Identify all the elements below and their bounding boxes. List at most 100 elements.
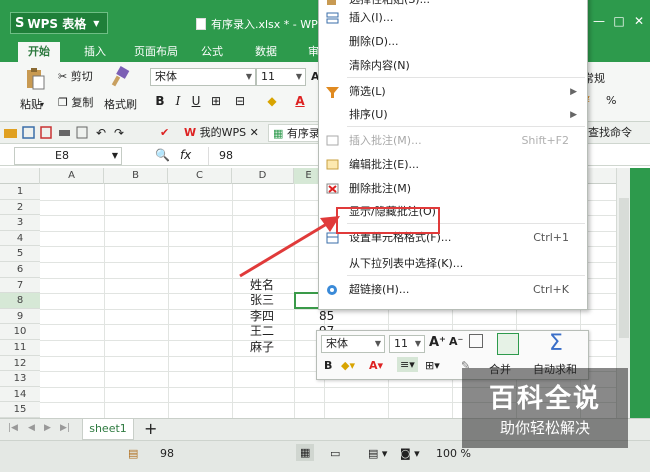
row-header-2[interactable]: 2 [0, 199, 40, 216]
tab-data[interactable]: 数据 [245, 42, 287, 62]
paste-dropdown-icon[interactable]: ▾ [40, 100, 44, 109]
scrollbar-thumb[interactable] [619, 198, 629, 338]
favorite-icon[interactable]: ✔ [160, 126, 173, 139]
cell-e9[interactable]: 85 [316, 309, 334, 324]
context-menu-item-6[interactable]: 排序(U) ▶ [319, 104, 587, 126]
context-menu-item-9[interactable]: 删除批注(M) [319, 178, 587, 200]
tab-home[interactable]: 开始 [18, 42, 60, 62]
open-folder-icon[interactable] [4, 126, 17, 139]
context-menu-item-12[interactable]: 从下拉列表中选择(K)... [319, 253, 587, 275]
mini-fill-color-icon[interactable]: ◆▾ [341, 359, 355, 372]
select-all-corner[interactable] [0, 168, 40, 184]
fill-color-icon[interactable]: ◆ [264, 93, 280, 109]
tab-insert[interactable]: 插入 [74, 42, 116, 62]
prev-sheet-icon[interactable]: ◀ [28, 423, 35, 433]
context-menu-item-7[interactable]: 插入批注(M)... Shift+F2 [319, 130, 587, 152]
row-header-9[interactable]: 9 [0, 308, 40, 325]
save-icon[interactable] [22, 126, 35, 139]
cell-d10[interactable]: 王二 [247, 324, 274, 339]
redo-icon[interactable]: ↷ [114, 126, 127, 140]
cell-d11[interactable]: 麻子 [247, 340, 274, 355]
maximize-button[interactable]: □ [612, 14, 626, 28]
page-break-view-icon[interactable]: ▤ ▾ [368, 447, 387, 460]
close-button[interactable]: ✕ [632, 14, 646, 28]
merge-cells-icon[interactable] [497, 333, 519, 355]
font-size-select[interactable]: 11 ▼ [256, 68, 306, 86]
column-header-b[interactable]: B [104, 168, 168, 184]
context-menu-item-2[interactable]: 插入(I)... [319, 7, 587, 29]
row-header-5[interactable]: 5 [0, 246, 40, 262]
mini-size-select[interactable]: 11 ▼ [389, 335, 425, 353]
add-sheet-button[interactable]: + [144, 420, 157, 438]
row-header-13[interactable]: 13 [0, 371, 40, 387]
print-icon[interactable] [58, 126, 71, 139]
row-header-1[interactable]: 1 [0, 184, 40, 200]
mini-font-color-icon[interactable]: A▾ [369, 359, 383, 372]
context-menu-item-3[interactable]: 删除(D)... [319, 31, 587, 53]
page-layout-view-icon[interactable]: ▭ [330, 447, 340, 460]
export-pdf-icon[interactable] [40, 126, 53, 139]
italic-button[interactable]: I [170, 93, 186, 109]
border-icon[interactable]: ⊞ [208, 93, 224, 109]
format-painter-button[interactable] [104, 66, 138, 91]
undo-icon[interactable]: ↶ [96, 126, 109, 140]
row-header-4[interactable]: 4 [0, 230, 40, 247]
first-sheet-icon[interactable]: |◀ [8, 423, 18, 433]
cut-button[interactable]: ✂ 剪切 [58, 68, 93, 84]
font-name-select[interactable]: 宋体 ▼ [150, 68, 256, 86]
percent-button[interactable]: % [606, 94, 616, 107]
column-header-c[interactable]: C [168, 168, 232, 184]
grow-font-button[interactable]: A⁺ [429, 335, 446, 350]
context-menu-item-8[interactable]: 编辑批注(E)... [319, 154, 587, 176]
column-header-a[interactable]: A [40, 168, 104, 184]
fx-icon[interactable]: fx [180, 148, 191, 162]
paste-label[interactable]: 粘贴 [20, 96, 42, 112]
zoom-level[interactable]: 100 % [436, 447, 471, 460]
close-icon[interactable]: ✕ [250, 126, 259, 139]
search-icon[interactable]: 🔍 [155, 148, 170, 162]
minimize-button[interactable]: — [592, 14, 606, 28]
tab-document[interactable]: ▦ 有序录 [268, 124, 325, 142]
autosum-icon[interactable]: Σ [549, 331, 563, 356]
copy-button[interactable]: ❐ 复制 [58, 94, 93, 110]
normal-view-icon[interactable]: ▦ [296, 444, 315, 461]
row-header-3[interactable]: 3 [0, 215, 40, 231]
tab-page-layout[interactable]: 页面布局 [124, 42, 188, 62]
app-menu-button[interactable]: S WPS 表格 ▼ [10, 12, 109, 34]
mini-align-icon[interactable]: ≡▾ [397, 357, 418, 372]
tab-my-wps[interactable]: W 我的WPS ✕ [180, 124, 263, 142]
row-header-12[interactable]: 12 [0, 355, 40, 372]
context-menu-item-13[interactable]: 超链接(H)... Ctrl+K [319, 279, 587, 301]
row-header-14[interactable]: 14 [0, 386, 40, 403]
row-header-10[interactable]: 10 [0, 324, 40, 340]
mini-font-select[interactable]: 宋体 ▼ [321, 335, 385, 353]
mini-bold-button[interactable]: B [324, 359, 332, 372]
last-sheet-icon[interactable]: ▶| [60, 423, 70, 433]
shrink-font-button[interactable]: A⁻ [449, 335, 463, 348]
find-command[interactable]: 查找命令 [584, 124, 636, 142]
tab-formulas[interactable]: 公式 [191, 42, 233, 62]
font-color-icon[interactable]: A [292, 93, 308, 109]
context-menu-item-4[interactable]: 清除内容(N) [319, 55, 587, 77]
merge-cells-icon[interactable]: ⊟ [232, 93, 248, 109]
cell-d9[interactable]: 李四 [247, 309, 274, 324]
name-box[interactable]: E8 ▼ [14, 147, 122, 165]
row-header-6[interactable]: 6 [0, 262, 40, 278]
row-header-8[interactable]: 8 [0, 293, 40, 309]
format-cells-icon[interactable] [469, 334, 483, 348]
row-header-7[interactable]: 7 [0, 277, 40, 294]
paste-button[interactable] [20, 66, 50, 93]
bold-button[interactable]: B [152, 93, 168, 109]
reading-mode-icon[interactable]: ◙ ▾ [400, 447, 420, 460]
mini-border-icon[interactable]: ⊞▾ [425, 359, 440, 372]
context-menu-item-5[interactable]: 筛选(L) ▶ [319, 81, 587, 103]
next-sheet-icon[interactable]: ▶ [44, 423, 51, 433]
format-painter-label[interactable]: 格式刷 [104, 96, 137, 112]
cell-d8[interactable]: 张三 [247, 293, 274, 308]
underline-button[interactable]: U [188, 93, 204, 109]
column-header-d[interactable]: D [232, 168, 294, 184]
row-header-15[interactable]: 15 [0, 402, 40, 418]
row-header-11[interactable]: 11 [0, 340, 40, 356]
sheet-tab-sheet1[interactable]: sheet1 [82, 419, 134, 440]
print-preview-icon[interactable] [76, 126, 89, 139]
